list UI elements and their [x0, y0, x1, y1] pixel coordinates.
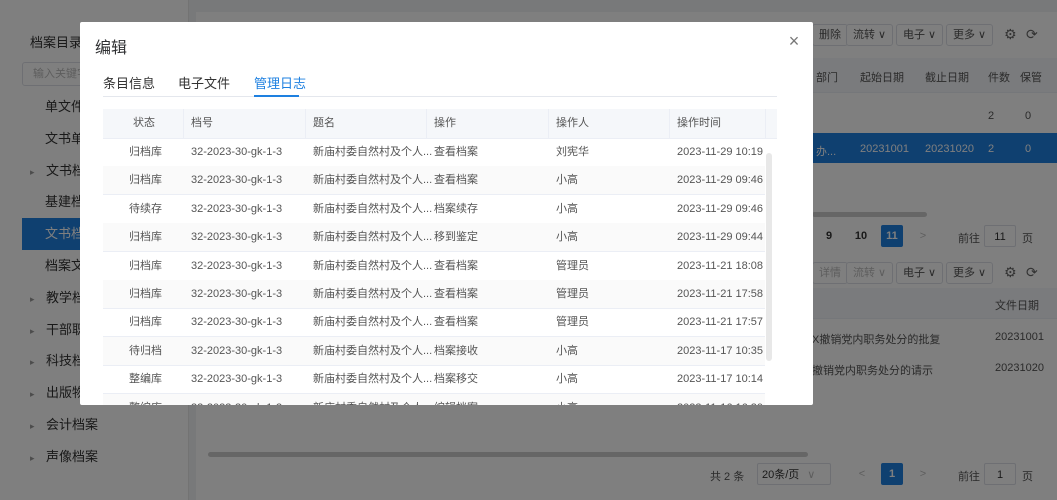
- table-cell: 新庙村委自然村及个人...: [313, 146, 433, 158]
- table-cell: 32-2023-30-gk-1-3: [191, 316, 283, 329]
- table-cell: 待归档: [129, 344, 162, 357]
- table-cell: 2023-11-29 09:44: [677, 231, 764, 244]
- table-cell: 32-2023-30-gk-1-3: [191, 259, 283, 272]
- tab-divider: [103, 96, 777, 97]
- table-cell: 档案移交: [434, 373, 478, 386]
- table-cell: 新庙村委自然村及个人...: [313, 394, 432, 405]
- table-scrollbar[interactable]: [766, 153, 772, 361]
- table-cell: 新庙村委自然村及个人...: [313, 174, 433, 187]
- table-cell: 32-2023-30-gk-1-3: [191, 146, 283, 158]
- col-status: 状态: [133, 117, 155, 129]
- table-cell: 管理员: [556, 259, 589, 272]
- table-cell: 查看档案: [434, 259, 478, 272]
- table-cell: 归档库: [129, 288, 162, 300]
- table-cell: 小高: [556, 231, 578, 244]
- table-cell: 小高: [556, 202, 578, 215]
- table-cell: 2023-11-29 10:19: [677, 146, 764, 158]
- table-cell: 归档库: [129, 259, 162, 272]
- table-cell: 查看档案: [434, 316, 478, 329]
- table-cell: 新庙村委自然村及个人...: [313, 288, 433, 300]
- table-cell: 档案接收: [434, 344, 478, 357]
- table-cell: 管理员: [556, 288, 589, 300]
- table-cell: 归档库: [129, 231, 162, 244]
- table-row[interactable]: 归档库 32-2023-30-gk-1-3 新庙村委自然村及个人... 查看档案 管理员…: [103, 252, 765, 281]
- table-cell: 32-2023-30-gk-1-3: [191, 174, 283, 187]
- table-row[interactable]: 归档库 32-2023-30-gk-1-3 新庙村委自然村及个人... 查看档案 刘宪华…: [103, 138, 765, 167]
- table-cell: 32-2023-30-gk-1-3: [191, 373, 283, 386]
- table-cell: 32-2023-30-gk-1-3: [191, 344, 283, 357]
- col-operation: 操作: [434, 117, 456, 129]
- col-operator: 操作人: [556, 117, 589, 129]
- table-row[interactable]: 归档库 32-2023-30-gk-1-3 新庙村委自然村及个人... 查看档案 小高 2…: [103, 166, 765, 196]
- table-cell: 档案续存: [434, 202, 478, 215]
- active-tab-indicator: [254, 95, 299, 97]
- table-cell: 2023-11-16 16:30: [677, 394, 763, 405]
- table-cell: 2023-11-29 09:46: [677, 174, 764, 187]
- table-cell: 2023-11-17 10:35: [677, 344, 764, 357]
- table-cell: 2023-11-21 17:58: [677, 288, 764, 300]
- tab-item-info[interactable]: 条目信息: [103, 73, 155, 92]
- table-row[interactable]: 归档库 32-2023-30-gk-1-3 新庙村委自然村及个人... 查看档案 管理员…: [103, 280, 765, 309]
- column-divider: [548, 109, 549, 138]
- table-cell: 编辑档案: [434, 394, 478, 405]
- log-table-header: 状态 档号 题名 操作 操作人 操作时间: [103, 109, 777, 139]
- table-cell: 整编库: [129, 373, 162, 386]
- table-cell: 32-2023-30-gk-1-3: [191, 288, 283, 300]
- table-cell: 2023-11-21 17:57: [677, 316, 764, 329]
- dialog-title: 编辑: [95, 40, 128, 57]
- table-cell: 32-2023-30-gk-1-3: [191, 231, 283, 244]
- table-row[interactable]: 归档库 32-2023-30-gk-1-3 新庙村委自然村及个人... 查看档案 管理员…: [103, 308, 765, 338]
- table-cell: 32-2023-30-gk-1-3: [191, 202, 283, 215]
- table-cell: 移到鉴定: [434, 231, 478, 244]
- close-icon[interactable]: ×: [784, 31, 804, 52]
- table-cell: 刘宪华: [556, 146, 589, 158]
- col-title: 题名: [313, 117, 335, 129]
- table-row[interactable]: 待归档 32-2023-30-gk-1-3 新庙村委自然村及个人... 档案接收 小高 2…: [103, 336, 765, 366]
- table-cell: 新庙村委自然村及个人...: [313, 259, 433, 272]
- table-cell: 整编库: [129, 394, 162, 405]
- table-cell: 新庙村委自然村及个人...: [313, 316, 433, 329]
- table-cell: 32-2023-30-gk-1-3: [191, 394, 282, 405]
- log-table: 状态 档号 题名 操作 操作人 操作时间 归档库 32-2023-30-gk-1-…: [103, 109, 777, 405]
- table-cell: 归档库: [129, 174, 162, 187]
- table-cell: 管理员: [556, 316, 589, 329]
- table-cell: 2023-11-17 10:14: [677, 373, 764, 386]
- tab-electronic-files[interactable]: 电子文件: [178, 73, 230, 92]
- table-cell: 查看档案: [434, 174, 478, 187]
- table-cell: 2023-11-21 18:08: [677, 259, 764, 272]
- table-cell: 新庙村委自然村及个人...: [313, 373, 433, 386]
- table-cell: 小高: [556, 174, 578, 187]
- table-cell: 新庙村委自然村及个人...: [313, 231, 433, 244]
- edit-dialog: 编辑 × 条目信息 电子文件 管理日志 状态 档号 题名 操作 操作人 操作时间…: [80, 22, 813, 405]
- table-cell: 小高: [556, 344, 578, 357]
- table-row[interactable]: 待续存 32-2023-30-gk-1-3 新庙村委自然村及个人... 档案续存 小高 2…: [103, 195, 765, 224]
- col-archive-no: 档号: [191, 117, 213, 129]
- table-row[interactable]: 整编库 32-2023-30-gk-1-3 新庙村委自然村及个人... 档案移交 小高 2…: [103, 365, 765, 395]
- table-cell: 归档库: [129, 316, 162, 329]
- column-divider: [669, 109, 670, 138]
- table-cell: 小高: [556, 394, 578, 405]
- table-cell: 新庙村委自然村及个人...: [313, 202, 433, 215]
- col-operation-time: 操作时间: [677, 117, 721, 129]
- table-cell: 2023-11-29 09:46: [677, 202, 764, 215]
- table-cell: 查看档案: [434, 288, 478, 300]
- table-row[interactable]: 整编库 32-2023-30-gk-1-3 新庙村委自然村及个人...编辑档案 小高 2…: [103, 393, 765, 405]
- column-divider: [426, 109, 427, 138]
- table-cell: 查看档案: [434, 146, 478, 158]
- column-divider: [183, 109, 184, 138]
- tab-management-log[interactable]: 管理日志: [254, 73, 306, 92]
- table-cell: 新庙村委自然村及个人...: [313, 344, 433, 357]
- column-divider: [305, 109, 306, 138]
- table-cell: 待续存: [129, 202, 162, 215]
- table-cell: 小高: [556, 373, 578, 386]
- table-cell: 归档库: [129, 146, 162, 158]
- column-divider: [765, 109, 766, 138]
- table-row[interactable]: 归档库 32-2023-30-gk-1-3 新庙村委自然村及个人... 移到鉴定 小高 2…: [103, 223, 765, 253]
